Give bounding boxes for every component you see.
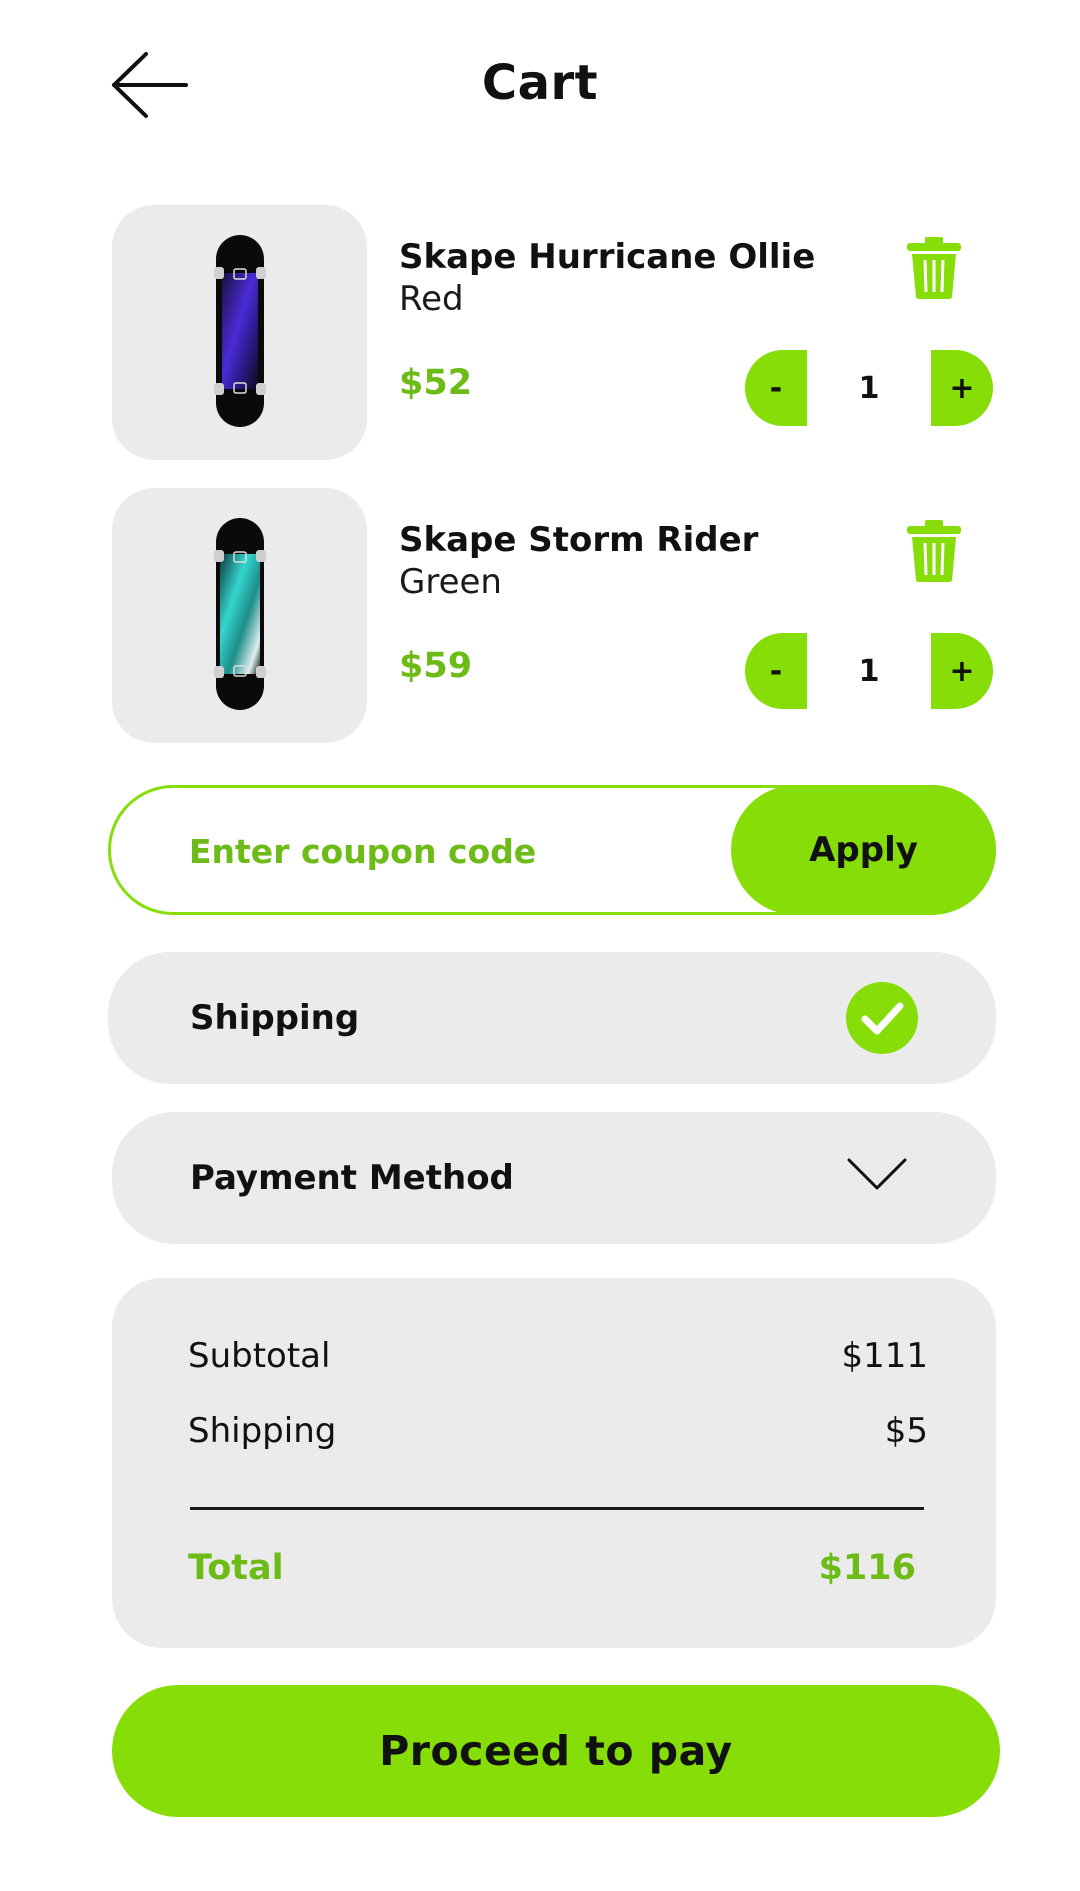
shipping-row[interactable]: Shipping: [108, 952, 996, 1084]
product-variant: Red: [399, 279, 464, 319]
payment-method-row[interactable]: Payment Method: [112, 1112, 996, 1244]
quantity-value: 1: [858, 653, 880, 689]
increase-quantity-button[interactable]: +: [931, 350, 993, 426]
coupon-field: Apply: [108, 785, 996, 915]
order-summary: Subtotal $111 Shipping $5 Total $116: [112, 1278, 996, 1648]
delete-item-button[interactable]: [905, 235, 963, 301]
subtotal-value: $111: [841, 1336, 928, 1376]
total-label: Total: [188, 1548, 284, 1588]
subtotal-label: Subtotal: [188, 1336, 331, 1376]
proceed-to-pay-button[interactable]: Proceed to pay: [112, 1685, 1000, 1817]
decrease-quantity-button[interactable]: -: [745, 633, 807, 709]
summary-divider: [190, 1507, 924, 1510]
product-name: Skape Hurricane Ollie: [399, 237, 816, 277]
cart-item: Skape Hurricane Ollie Red $52 - 1 +: [112, 205, 993, 463]
check-circle-icon: [846, 982, 918, 1054]
page-title: Cart: [481, 55, 599, 111]
quantity-value: 1: [858, 370, 880, 406]
product-price: $52: [399, 363, 473, 403]
product-name: Skape Storm Rider: [399, 520, 759, 560]
skateboard-image: [214, 235, 266, 427]
shipping-cost-label: Shipping: [188, 1411, 337, 1451]
increase-quantity-button[interactable]: +: [931, 633, 993, 709]
product-image[interactable]: [112, 488, 367, 743]
decrease-quantity-button[interactable]: -: [745, 350, 807, 426]
product-price: $59: [399, 646, 473, 686]
cart-item: Skape Storm Rider Green $59 - 1 +: [112, 488, 993, 746]
trash-icon: [907, 237, 961, 299]
payment-method-label: Payment Method: [190, 1158, 514, 1198]
quantity-stepper: - 1 +: [745, 350, 993, 426]
total-value: $116: [818, 1548, 916, 1588]
coupon-input[interactable]: [189, 816, 709, 886]
shipping-cost-value: $5: [884, 1411, 928, 1451]
trash-icon: [907, 520, 961, 582]
chevron-down-icon[interactable]: [846, 1154, 908, 1194]
skateboard-image: [214, 518, 266, 710]
product-variant: Green: [399, 562, 502, 602]
apply-coupon-button[interactable]: Apply: [731, 785, 996, 915]
product-image[interactable]: [112, 205, 367, 460]
delete-item-button[interactable]: [905, 518, 963, 584]
quantity-stepper: - 1 +: [745, 633, 993, 709]
shipping-label: Shipping: [190, 998, 360, 1038]
